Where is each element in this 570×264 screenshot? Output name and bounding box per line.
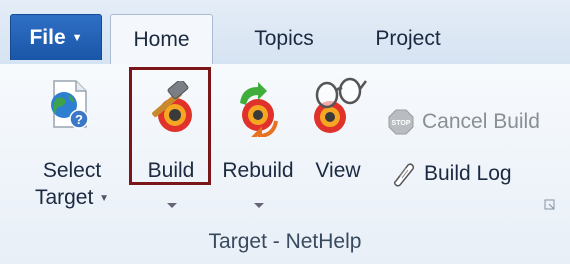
select-target-button[interactable]: ? Select Target ▼ — [22, 75, 122, 225]
svg-text:STOP: STOP — [392, 120, 411, 127]
build-highlight-box — [129, 67, 211, 185]
glasses-disc-icon — [314, 77, 367, 133]
rebuild-button[interactable]: Rebuild — [214, 69, 302, 219]
cancel-build-button[interactable]: STOP Cancel Build — [388, 109, 540, 135]
chevron-down-icon — [254, 203, 264, 208]
tab-topics-label: Topics — [254, 27, 314, 50]
scroll-log-icon — [393, 163, 415, 187]
chevron-down-icon: ▼ — [71, 31, 83, 44]
ribbon-tab-strip: File ▼ Home Topics Project — [0, 0, 570, 65]
rebuild-arrows-disc-icon — [240, 82, 278, 137]
chevron-down-icon — [167, 203, 177, 208]
stop-sign-icon: STOP — [388, 109, 414, 135]
svg-text:?: ? — [75, 112, 83, 127]
tab-topics[interactable]: Topics — [232, 14, 336, 64]
tab-project[interactable]: Project — [352, 14, 464, 64]
rebuild-label: Rebuild — [222, 159, 294, 182]
tab-project-label: Project — [375, 27, 441, 50]
ribbon: File ▼ Home Topics Project ? Select Targ… — [0, 0, 570, 264]
group-label: Target - NetHelp — [208, 230, 362, 253]
file-tab[interactable]: File ▼ — [10, 14, 102, 60]
tab-home[interactable]: Home — [110, 14, 213, 65]
globe-page-help-icon: ? — [51, 80, 89, 129]
select-target-label-line1: Select — [42, 159, 102, 182]
view-button[interactable]: View — [306, 69, 370, 189]
tab-home-label: Home — [133, 27, 190, 51]
ribbon-body: ? Select Target ▼ Build Rebuild View STO… — [0, 64, 570, 264]
chevron-down-icon: ▼ — [99, 192, 110, 204]
select-target-label-line2: Target ▼ — [34, 186, 110, 209]
dialog-launcher-icon[interactable] — [544, 199, 556, 211]
build-log-label: Build Log — [424, 162, 512, 185]
view-label: View — [315, 159, 361, 182]
build-log-button[interactable]: Build Log — [390, 161, 512, 187]
cancel-build-label: Cancel Build — [422, 110, 540, 133]
file-tab-label: File — [29, 25, 66, 49]
